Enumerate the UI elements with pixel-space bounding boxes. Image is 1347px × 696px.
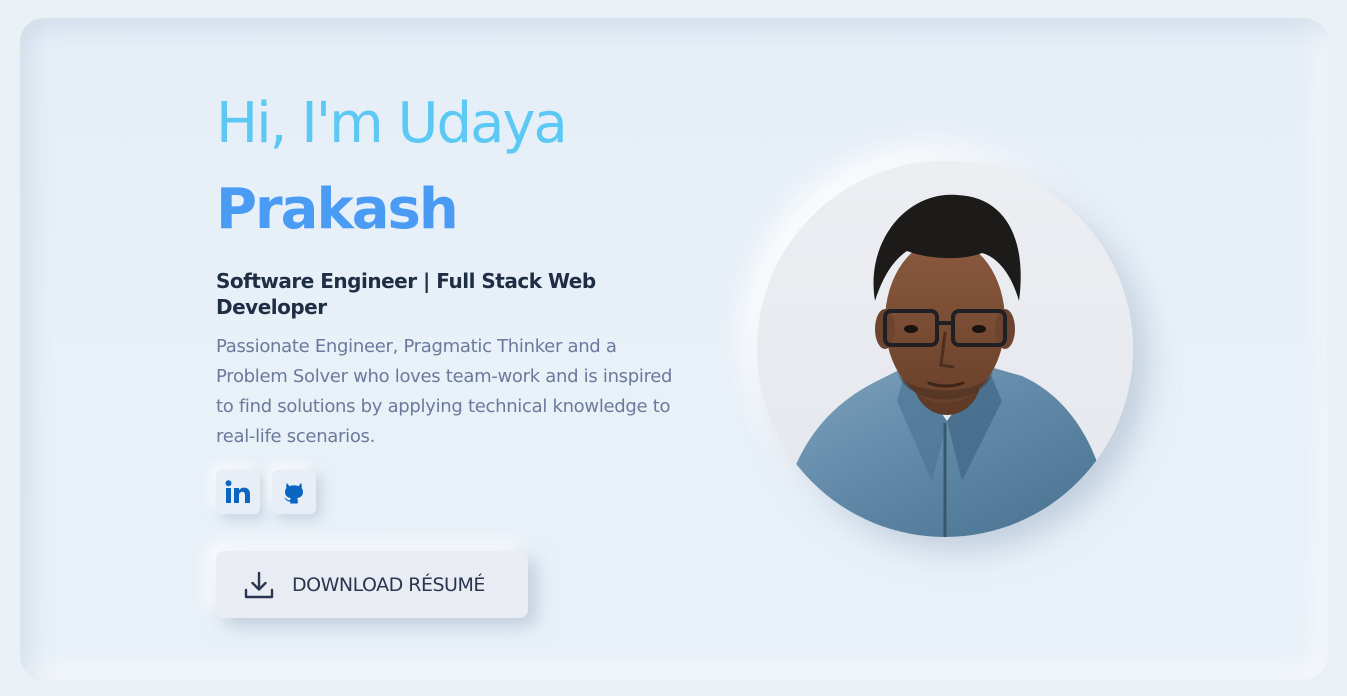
profile-photo [757,161,1133,537]
download-icon [244,571,274,598]
social-links [216,470,316,514]
github-icon [284,483,303,504]
hero-lastname: Prakash [216,177,459,242]
linkedin-icon [225,480,250,503]
linkedin-button[interactable] [216,470,260,514]
hero-bio: Passionate Engineer, Pragmatic Thinker a… [216,336,673,447]
profile-photo-illustration [757,161,1133,537]
github-button[interactable] [272,470,316,514]
hero-role: Software Engineer | Full Stack Web Devel… [216,269,596,319]
download-resume-label: DOWNLOAD RÉSUMÉ [292,573,485,596]
download-resume-button[interactable]: DOWNLOAD RÉSUMÉ [216,551,528,618]
hero-greeting: Hi, I'm Udaya [216,91,568,156]
